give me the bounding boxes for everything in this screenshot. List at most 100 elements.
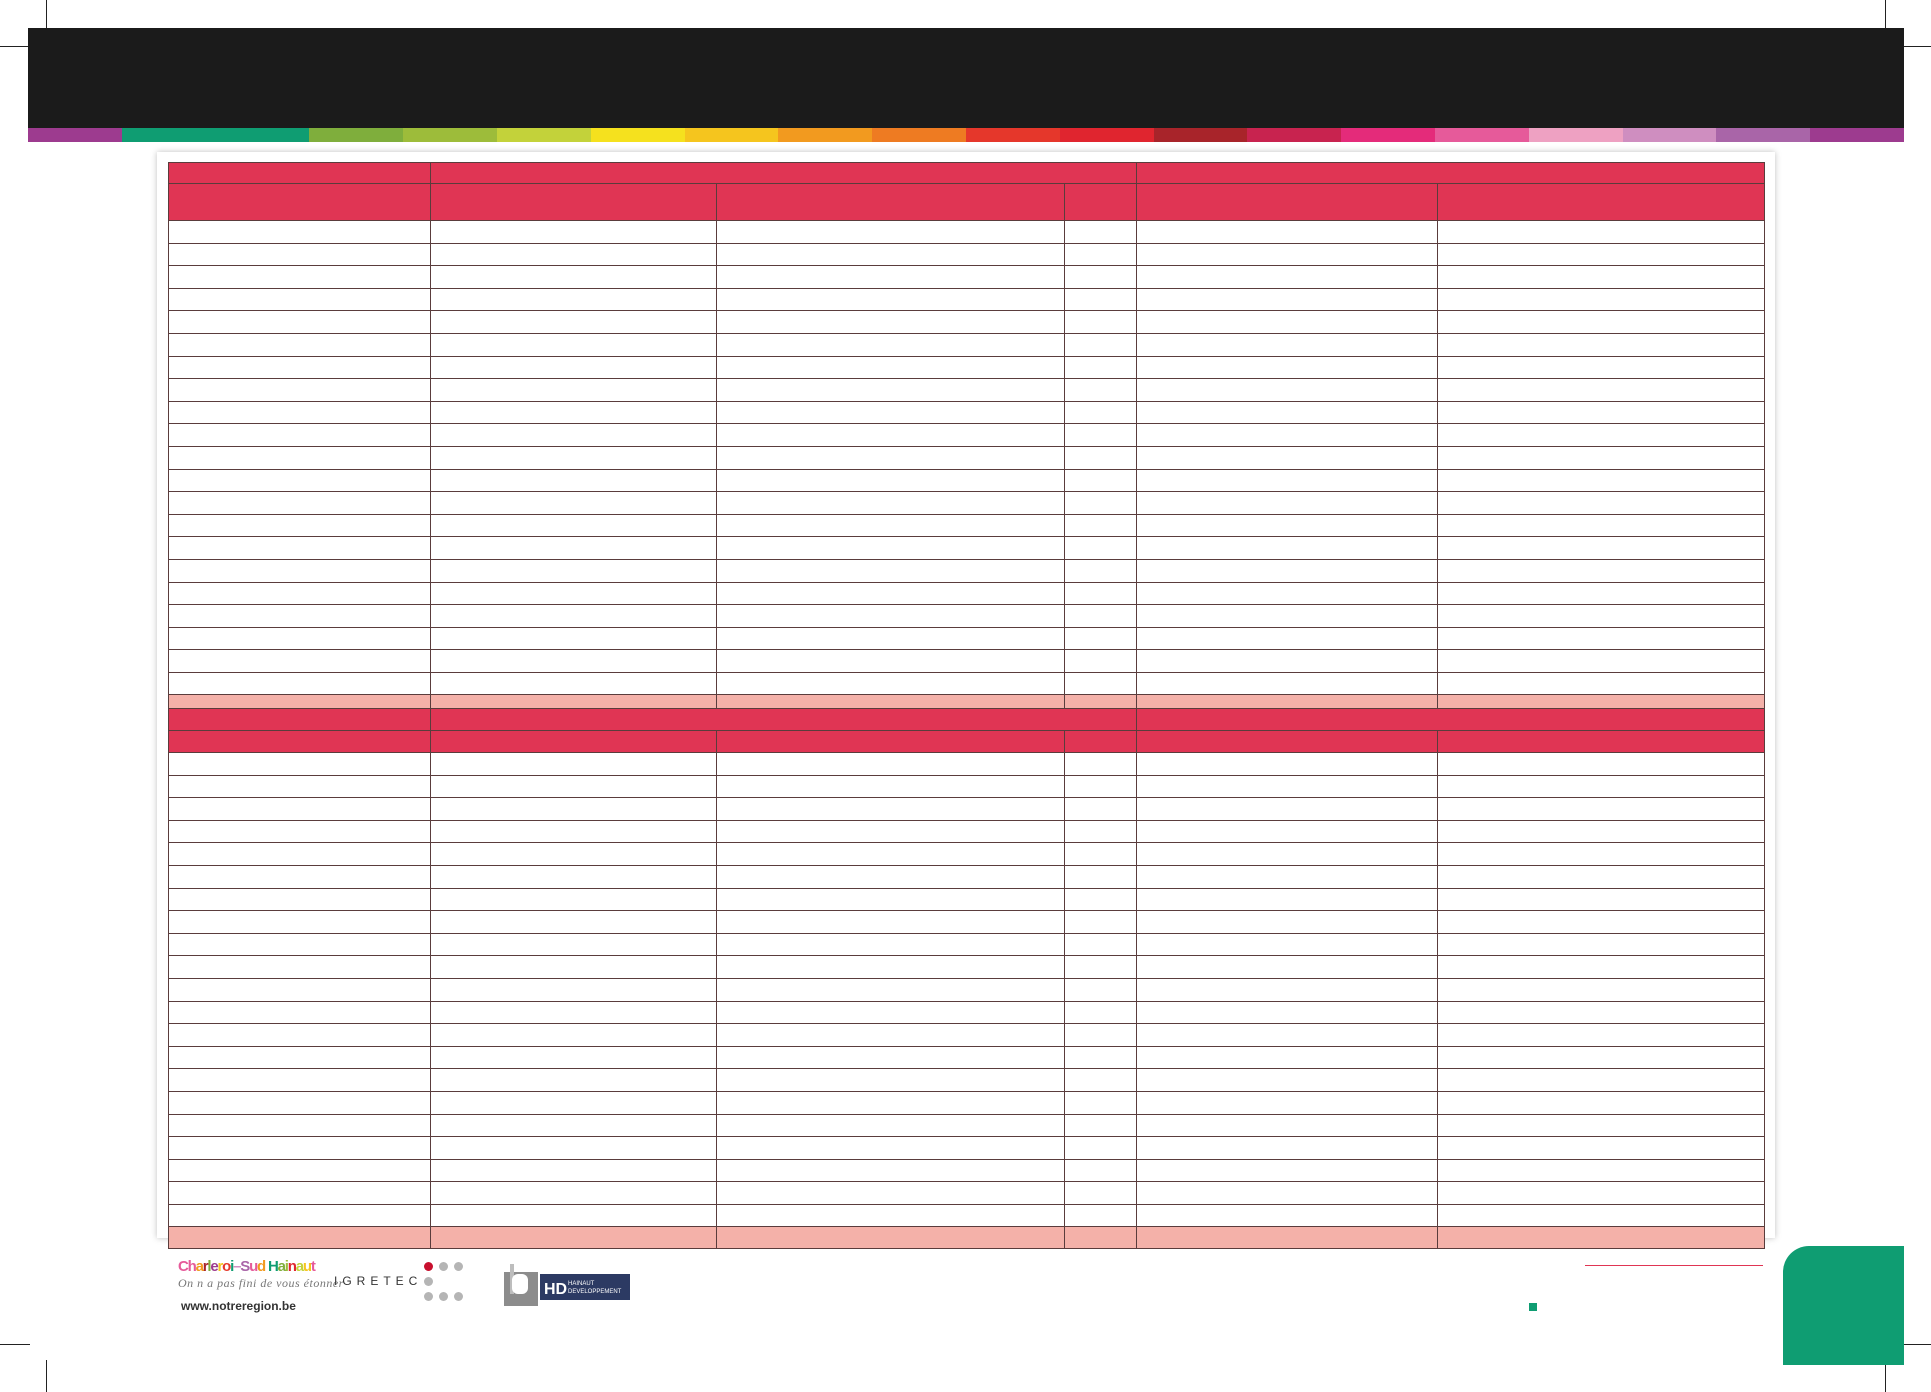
table-cell[interactable] (1437, 1113, 1766, 1138)
table-cell[interactable] (430, 581, 717, 606)
table-cell[interactable] (168, 604, 431, 628)
table-cell[interactable] (716, 468, 1065, 493)
table-cell[interactable] (1063, 581, 1138, 606)
table-cell[interactable] (430, 887, 717, 912)
table-cell[interactable] (430, 1045, 717, 1070)
table-cell[interactable] (1437, 819, 1766, 844)
table-cell[interactable] (430, 265, 717, 289)
total-cell[interactable] (1136, 1226, 1439, 1250)
table-cell[interactable] (430, 932, 717, 957)
table-cell[interactable] (1063, 1113, 1138, 1138)
table-cell[interactable] (1437, 220, 1766, 244)
table-cell[interactable] (168, 1113, 431, 1138)
table-cell[interactable] (1136, 378, 1439, 402)
table-cell[interactable] (1136, 581, 1439, 606)
table-cell[interactable] (1136, 287, 1439, 312)
table-cell[interactable] (430, 1023, 717, 1047)
table-cell[interactable] (1136, 1045, 1439, 1070)
table-cell[interactable] (430, 287, 717, 312)
table-cell[interactable] (716, 1045, 1065, 1070)
table-cell[interactable] (1063, 287, 1138, 312)
table-cell[interactable] (430, 604, 717, 628)
table-cell[interactable] (1063, 400, 1138, 425)
table-cell[interactable] (430, 626, 717, 651)
table-cell[interactable] (168, 491, 431, 515)
table-cell[interactable] (1136, 332, 1439, 357)
table-cell[interactable] (1136, 558, 1439, 583)
table-cell[interactable] (716, 752, 1065, 776)
table-cell[interactable] (1063, 1000, 1138, 1025)
table-cell[interactable] (168, 819, 431, 844)
table-cell[interactable] (1063, 649, 1138, 673)
table-cell[interactable] (1063, 265, 1138, 289)
table-cell[interactable] (1136, 423, 1439, 447)
table-cell[interactable] (168, 910, 431, 934)
table-cell[interactable] (168, 287, 431, 312)
table-cell[interactable] (716, 1000, 1065, 1025)
table-cell[interactable] (1136, 1068, 1439, 1092)
table-cell[interactable] (1136, 220, 1439, 244)
table-cell[interactable] (1063, 310, 1138, 334)
table-cell[interactable] (716, 1136, 1065, 1160)
table-cell[interactable] (168, 1158, 431, 1183)
table-cell[interactable] (1136, 400, 1439, 425)
table-cell[interactable] (168, 332, 431, 357)
table-cell[interactable] (1136, 910, 1439, 934)
table-cell[interactable] (1437, 265, 1766, 289)
table-cell[interactable] (1063, 1068, 1138, 1092)
table-cell[interactable] (1437, 1000, 1766, 1025)
table-cell[interactable] (1063, 604, 1138, 628)
table-cell[interactable] (1063, 955, 1138, 979)
table-cell[interactable] (1136, 310, 1439, 334)
table-cell[interactable] (168, 536, 431, 560)
table-cell[interactable] (430, 491, 717, 515)
table-cell[interactable] (1136, 604, 1439, 628)
table-cell[interactable] (1437, 1136, 1766, 1160)
table-cell[interactable] (430, 955, 717, 979)
table-cell[interactable] (430, 1136, 717, 1160)
table-cell[interactable] (1136, 1181, 1439, 1205)
total-cell[interactable] (1437, 1226, 1766, 1250)
table-cell[interactable] (1136, 491, 1439, 515)
table-cell[interactable] (1437, 445, 1766, 470)
table-cell[interactable] (430, 400, 717, 425)
total-cell[interactable] (430, 1226, 717, 1250)
table-cell[interactable] (716, 445, 1065, 470)
table-cell[interactable] (1437, 932, 1766, 957)
table-cell[interactable] (1437, 513, 1766, 538)
table-cell[interactable] (1136, 864, 1439, 889)
table-cell[interactable] (1136, 242, 1439, 267)
table-cell[interactable] (716, 513, 1065, 538)
table-cell[interactable] (1437, 1023, 1766, 1047)
table-cell[interactable] (1437, 400, 1766, 425)
table-cell[interactable] (716, 1068, 1065, 1092)
table-cell[interactable] (1136, 355, 1439, 380)
table-cell[interactable] (168, 752, 431, 776)
table-cell[interactable] (716, 242, 1065, 267)
table-cell[interactable] (430, 842, 717, 866)
table-cell[interactable] (1063, 378, 1138, 402)
table-cell[interactable] (716, 332, 1065, 357)
table-cell[interactable] (1136, 265, 1439, 289)
table-cell[interactable] (716, 797, 1065, 821)
table-cell[interactable] (1437, 671, 1766, 696)
table-cell[interactable] (1437, 310, 1766, 334)
table-cell[interactable] (1136, 513, 1439, 538)
table-cell[interactable] (1437, 332, 1766, 357)
table-cell[interactable] (1063, 355, 1138, 380)
total-cell[interactable] (1063, 1226, 1138, 1250)
table-cell[interactable] (1437, 797, 1766, 821)
table-cell[interactable] (1437, 1045, 1766, 1070)
table-cell[interactable] (716, 581, 1065, 606)
table-cell[interactable] (1136, 671, 1439, 696)
table-cell[interactable] (1437, 1203, 1766, 1228)
table-cell[interactable] (168, 932, 431, 957)
table-cell[interactable] (1437, 955, 1766, 979)
table-cell[interactable] (430, 558, 717, 583)
table-cell[interactable] (430, 1158, 717, 1183)
table-cell[interactable] (1063, 468, 1138, 493)
table-cell[interactable] (1437, 864, 1766, 889)
table-cell[interactable] (1437, 604, 1766, 628)
table-cell[interactable] (1136, 445, 1439, 470)
table-cell[interactable] (168, 513, 431, 538)
